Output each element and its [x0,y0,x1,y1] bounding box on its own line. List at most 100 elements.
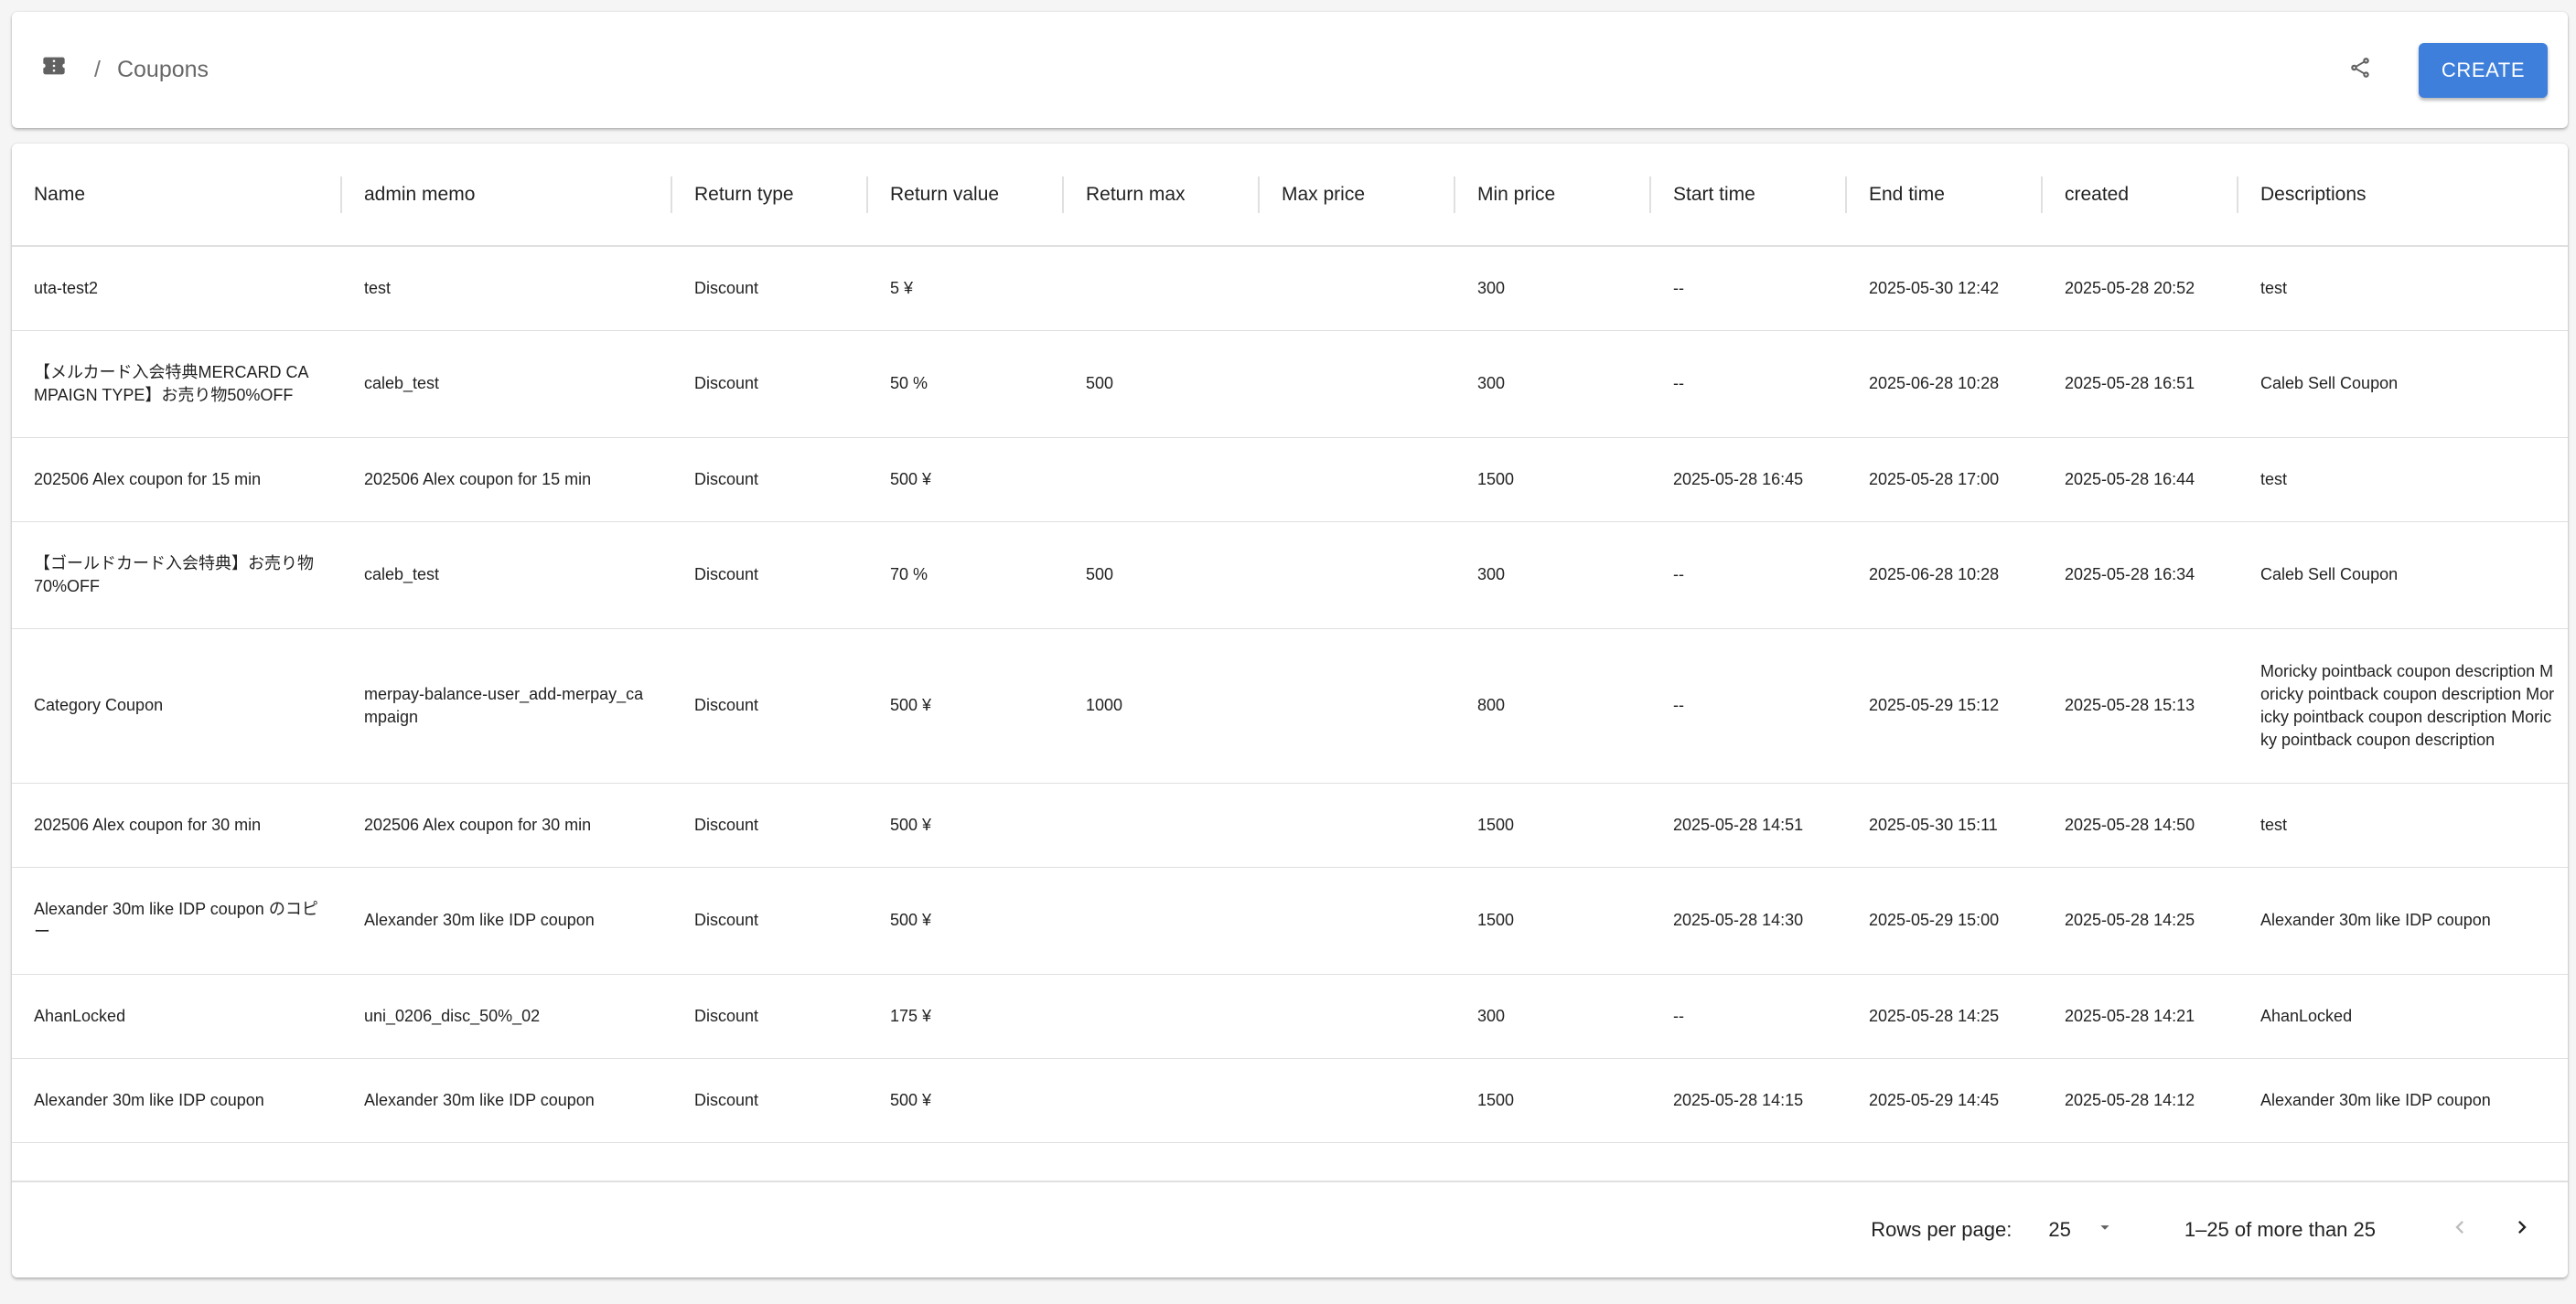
cell-start-time: 2025-05-28 14:30 [1651,867,1847,975]
cell-return-type: Discount [672,437,868,522]
rows-per-page-label: Rows per page: [1871,1218,2012,1241]
cell-name: Alexander 30m like IDP coupon [12,1058,342,1143]
cell-created: 2025-05-28 14:50 [2043,783,2238,868]
cell-end-time: 2025-06-28 10:28 [1847,330,2043,438]
cell-start-time: -- [1651,521,1847,629]
cell-created: 2025-05-28 15:13 [2043,628,2238,784]
cell-descriptions: Moricky pointback coupon description Mor… [2238,628,2568,784]
cell-return-max [1064,437,1260,522]
cell-name: 202506 Alex coupon for 30 min [12,783,342,868]
cell-created: 2025-05-28 16:51 [2043,330,2238,438]
create-button[interactable]: CREATE [2419,42,2548,98]
cell-return-type: Discount [672,521,868,629]
cell-min-price: 300 [1455,974,1651,1059]
column-header-return-max[interactable]: Return max [1064,144,1260,247]
cell-end-time: 2025-05-29 15:00 [1847,867,2043,975]
cell-min-price: 1500 [1455,1058,1651,1143]
ticket-icon[interactable] [41,53,67,79]
column-header-start-time[interactable]: Start time [1651,144,1847,247]
table-row[interactable]: AhanLocked uni_0206_disc_50%_02 Discount… [12,974,2568,1059]
table-row[interactable]: Category Coupon merpay-balance-user_add-… [12,628,2568,784]
cell-admin-memo: caleb_test [342,330,672,438]
cell-return-value: 500 ¥ [868,1058,1064,1143]
cell-start-time: -- [1651,330,1847,438]
cell-start-time: -- [1651,974,1847,1059]
cell-admin-memo: test [342,246,672,331]
cell-return-value: 500 ¥ [868,783,1064,868]
next-page-button[interactable] [2496,1204,2548,1256]
column-header-max-price[interactable]: Max price [1260,144,1455,247]
share-icon [2348,56,2372,84]
column-header-name[interactable]: Name [12,144,342,247]
cell-name: Category Coupon [12,628,342,784]
cell-return-type: Discount [672,628,868,784]
cell-created: 2025-05-28 16:34 [2043,521,2238,629]
pagination-bar: Rows per page: 25 1–25 of more than 25 [12,1181,2568,1277]
column-header-end-time[interactable]: End time [1847,144,2043,247]
table-scroll-area[interactable]: Name admin memo Return type Return value… [12,144,2568,1181]
table-row[interactable]: 【ゴールドカード入会特典】お売り物70%OFF caleb_test Disco… [12,521,2568,629]
cell-min-price: 300 [1455,246,1651,331]
cell-min-price: 300 [1455,521,1651,629]
cell-descriptions: Alexander 30m like IDP coupon [2238,1058,2568,1143]
cell-min-price: 1500 [1455,783,1651,868]
cell-return-type: Discount [672,1058,868,1143]
chevron-right-icon [2509,1214,2535,1245]
cell-max-price [1260,246,1455,331]
previous-page-button[interactable] [2434,1204,2485,1256]
table-row[interactable]: 【メルカード入会特典MERCARD CAMPAIGN TYPE】お売り物50%O… [12,330,2568,438]
pagination-range: 1–25 of more than 25 [2184,1218,2376,1241]
cell-descriptions: AhanLocked [2238,974,2568,1059]
cell-admin-memo: uni_0206_disc_50%_02 [342,974,672,1059]
cell-admin-memo: Alexander 30m like IDP coupon [342,1058,672,1143]
column-header-created[interactable]: created [2043,144,2238,247]
column-header-return-type[interactable]: Return type [672,144,868,247]
table-row[interactable]: Alexander 30m like IDP coupon Alexander … [12,1058,2568,1143]
cell-admin-memo: Alexander 30m like IDP coupon [342,867,672,975]
rows-per-page-value: 25 [2048,1218,2071,1241]
cell-return-type: Discount [672,974,868,1059]
cell-start-time: -- [1651,246,1847,331]
cell-return-value: 175 ¥ [868,974,1064,1059]
cell-return-value: 500 ¥ [868,867,1064,975]
rows-per-page-select[interactable]: 25 [2048,1217,2114,1243]
cell-start-time: 2025-05-28 14:51 [1651,783,1847,868]
column-header-admin-memo[interactable]: admin memo [342,144,672,247]
cell-return-max [1064,867,1260,975]
cell-descriptions: test [2238,783,2568,868]
cell-created: 2025-05-28 14:12 [2043,1058,2238,1143]
page-title: Coupons [116,57,209,82]
header-actions: CREATE [2334,12,2548,128]
column-header-min-price[interactable]: Min price [1455,144,1651,247]
cell-return-max: 1000 [1064,628,1260,784]
cell-end-time: 2025-05-28 17:00 [1847,437,2043,522]
cell-end-time: 2025-05-30 12:42 [1847,246,2043,331]
coupons-table-card: Name admin memo Return type Return value… [12,144,2568,1277]
table-row[interactable]: uta-test2 test Discount 5 ¥ 300 -- 2025-… [12,246,2568,331]
cell-max-price [1260,437,1455,522]
cell-end-time: 2025-05-29 14:45 [1847,1058,2043,1143]
cell-return-max [1064,974,1260,1059]
cell-return-value: 70 % [868,521,1064,629]
cell-start-time: -- [1651,628,1847,784]
table-row[interactable]: 202506 Alex coupon for 15 min 202506 Ale… [12,437,2568,522]
cell-end-time: 2025-05-30 15:11 [1847,783,2043,868]
cell-return-max [1064,246,1260,331]
column-header-return-value[interactable]: Return value [868,144,1064,247]
cell-return-max: 500 [1064,521,1260,629]
cell-created: 2025-05-28 20:52 [2043,246,2238,331]
cell-max-price [1260,521,1455,629]
cell-admin-memo: 202506 Alex coupon for 15 min [342,437,672,522]
table-row[interactable]: 202506 Alex coupon for 30 min 202506 Ale… [12,783,2568,868]
cell-return-type: Discount [672,246,868,331]
cell-name: AhanLocked [12,974,342,1059]
breadcrumb-separator: / [94,57,101,82]
caret-down-icon [2095,1217,2115,1243]
cell-created: 2025-05-28 16:44 [2043,437,2238,522]
share-button[interactable] [2334,45,2386,96]
cell-max-price [1260,974,1455,1059]
cell-return-type: Discount [672,330,868,438]
cell-name: 【ゴールドカード入会特典】お売り物70%OFF [12,521,342,629]
column-header-descriptions[interactable]: Descriptions [2238,144,2568,247]
table-row[interactable]: Alexander 30m like IDP coupon のコピー Alexa… [12,867,2568,975]
